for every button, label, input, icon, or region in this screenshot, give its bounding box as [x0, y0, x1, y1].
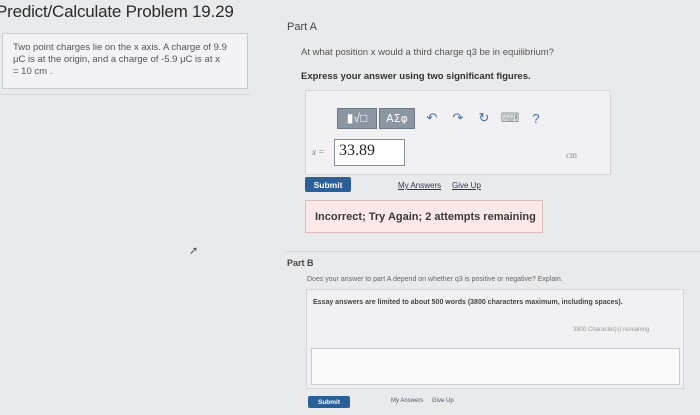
part-b-divider	[285, 251, 700, 252]
part-b-title: Part B	[287, 258, 314, 268]
variable-label: x =	[312, 147, 325, 157]
greek-symbols-button[interactable]: ΑΣφ	[379, 107, 415, 129]
essay-textarea[interactable]	[311, 348, 680, 385]
redo-icon[interactable]: ↷	[449, 109, 467, 127]
my-answers-link-part-a[interactable]: My Answers	[398, 181, 441, 190]
help-icon[interactable]: ?	[527, 109, 545, 127]
math-toolbar: ▮√□ ΑΣφ ↶ ↷ ↻ ⌨ ?	[337, 107, 545, 129]
my-answers-link-part-b[interactable]: My Answers	[391, 398, 423, 404]
part-a-instruction: Express your answer using two significan…	[301, 71, 531, 82]
problem-statement: Two point charges lie on the x axis. A c…	[2, 33, 248, 89]
answer-input[interactable]: 33.89	[334, 139, 405, 166]
unit-label: cm	[566, 150, 577, 160]
reset-icon[interactable]: ↻	[475, 109, 493, 127]
give-up-link-part-a[interactable]: Give Up	[452, 181, 481, 190]
essay-limit-note: Essay answers are limited to about 500 w…	[313, 299, 623, 306]
left-divider	[0, 94, 250, 95]
submit-button-part-b[interactable]: Submit	[308, 396, 350, 408]
problem-line-1: Two point charges lie on the x axis. A c…	[13, 42, 227, 53]
templates-button[interactable]: ▮√□	[337, 107, 377, 129]
character-count: 3800 Character(s) remaining	[573, 327, 650, 333]
mouse-cursor-icon: ➚	[189, 245, 199, 257]
part-b-question: Does your answer to part A depend on whe…	[307, 276, 563, 283]
undo-icon[interactable]: ↶	[423, 109, 441, 127]
give-up-link-part-b[interactable]: Give Up	[432, 398, 454, 404]
keyboard-icon[interactable]: ⌨	[501, 109, 520, 127]
part-a-question: At what position x would a third charge …	[301, 47, 554, 58]
feedback-message: Incorrect; Try Again; 2 attempts remaini…	[305, 200, 543, 233]
problem-line-3: = 10 cm .	[13, 66, 53, 77]
part-a-title: Part A	[287, 21, 317, 33]
page-title: Predict/Calculate Problem 19.29	[0, 2, 234, 21]
problem-line-2: μC is at the origin, and a charge of -5.…	[13, 54, 220, 65]
submit-button-part-a[interactable]: Submit	[305, 177, 351, 192]
